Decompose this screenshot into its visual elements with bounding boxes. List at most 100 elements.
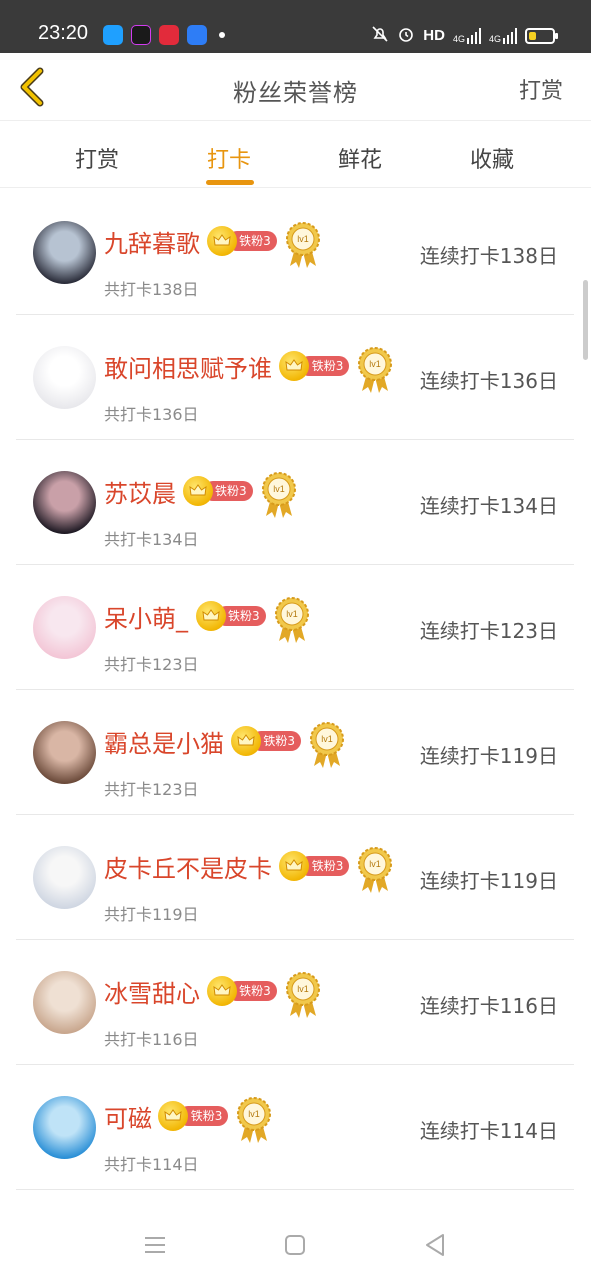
- fan-level-badge: 铁粉3: [195, 601, 268, 631]
- crown-icon: [195, 601, 226, 631]
- total-checkin-text: 共打卡116日: [104, 1030, 199, 1049]
- medal-level-label: lv1: [249, 1109, 261, 1119]
- medal-level-label: lv1: [321, 734, 333, 744]
- streak-checkin-text: 连续打卡119日: [419, 744, 558, 768]
- hd-label: HD: [423, 27, 445, 44]
- status-time: 23:20: [38, 22, 89, 44]
- list-item[interactable]: 敢问相思赋予谁 铁粉3 lv1 共打卡136日 连续打卡136日: [16, 315, 574, 440]
- crown-icon: [158, 1101, 189, 1131]
- video-app-icon: [131, 25, 151, 45]
- list-item[interactable]: 霸总是小猫 铁粉3 lv1 共打卡123日 连续打卡119日: [16, 690, 574, 815]
- total-checkin-text: 共打卡119日: [104, 905, 199, 924]
- streak-checkin-text: 连续打卡134日: [419, 494, 558, 518]
- fan-level-badge: 铁粉3: [279, 351, 351, 381]
- avatar[interactable]: [33, 471, 96, 534]
- status-indicators: HD 4G 4G: [371, 25, 558, 46]
- medal-icon: lv1: [357, 847, 393, 895]
- status-app-icons: [103, 25, 225, 45]
- total-checkin-text: 共打卡114日: [104, 1155, 199, 1174]
- crown-icon: [206, 976, 237, 1006]
- user-name[interactable]: 九辞暮歌: [104, 224, 200, 259]
- crown-icon: [206, 226, 237, 256]
- user-name[interactable]: 可磁: [104, 1099, 152, 1134]
- streak-checkin-text: 连续打卡138日: [419, 244, 558, 268]
- fan-level-badge: 铁粉3: [182, 476, 255, 506]
- list-item[interactable]: 苏苡晨 铁粉3 lv1 共打卡134日 连续打卡134日: [16, 440, 574, 565]
- avatar[interactable]: [33, 846, 96, 909]
- crown-icon: [182, 476, 213, 506]
- page-title: 粉丝荣誉榜: [233, 79, 358, 107]
- home-square-icon[interactable]: [277, 1227, 313, 1263]
- avatar[interactable]: [33, 721, 96, 784]
- reward-button[interactable]: 打赏: [519, 73, 563, 105]
- tab-reward[interactable]: 打赏: [75, 142, 119, 174]
- nav-bar: 粉丝荣誉榜 打赏: [0, 53, 591, 121]
- red-book-icon: [159, 25, 179, 45]
- user-name[interactable]: 霸总是小猫: [104, 724, 224, 759]
- medal-level-label: lv1: [273, 484, 285, 494]
- avatar[interactable]: [33, 1096, 96, 1159]
- crown-icon: [279, 851, 310, 881]
- medal-icon: lv1: [285, 222, 321, 270]
- user-name[interactable]: 呆小萌_: [104, 599, 188, 634]
- list-item[interactable]: 九辞暮歌 铁粉3 lv1 共打卡138日 连续打卡138日: [16, 190, 574, 315]
- alarm-icon: [397, 25, 415, 46]
- tab-checkin[interactable]: 打卡: [207, 142, 251, 174]
- system-nav-bar: [0, 1205, 591, 1280]
- battery-fill: [529, 31, 536, 40]
- layers-app-icon: [187, 25, 207, 45]
- avatar[interactable]: [33, 596, 96, 659]
- battery-icon: [525, 27, 558, 44]
- user-name[interactable]: 敢问相思赋予谁: [104, 349, 272, 384]
- crown-icon: [279, 351, 310, 381]
- medal-level-label: lv1: [297, 234, 309, 244]
- total-checkin-text: 共打卡123日: [104, 780, 199, 799]
- list-item[interactable]: 皮卡丘不是皮卡 铁粉3 lv1 共打卡119日 连续打卡119日: [16, 815, 574, 940]
- streak-checkin-text: 连续打卡119日: [419, 869, 558, 893]
- total-checkin-text: 共打卡136日: [104, 405, 199, 424]
- signal-2: 4G: [489, 27, 517, 44]
- menu-icon[interactable]: [137, 1227, 173, 1263]
- user-name[interactable]: 苏苡晨: [104, 474, 176, 509]
- user-name[interactable]: 冰雪甜心: [104, 974, 200, 1009]
- medal-icon: lv1: [261, 472, 297, 520]
- tab-flowers[interactable]: 鲜花: [338, 142, 382, 174]
- qq-icon: [103, 25, 123, 45]
- total-checkin-text: 共打卡123日: [104, 655, 199, 674]
- avatar[interactable]: [33, 346, 96, 409]
- medal-icon: lv1: [357, 347, 393, 395]
- medal-level-label: lv1: [370, 859, 382, 869]
- total-checkin-text: 共打卡138日: [104, 280, 199, 299]
- medal-icon: lv1: [285, 972, 321, 1020]
- mute-icon: [371, 25, 389, 46]
- total-checkin-text: 共打卡134日: [104, 530, 199, 549]
- tab-collect[interactable]: 收藏: [470, 142, 514, 174]
- scrollbar[interactable]: [583, 280, 588, 360]
- fan-level-badge: 铁粉3: [158, 1101, 230, 1131]
- medal-icon: lv1: [309, 722, 345, 770]
- ranking-list: 九辞暮歌 铁粉3 lv1 共打卡138日 连续打卡138日 敢问相思赋予谁 铁粉3 lv…: [16, 190, 574, 1190]
- fan-level-badge: 铁粉3: [231, 726, 303, 756]
- avatar[interactable]: [33, 221, 96, 284]
- list-item[interactable]: 呆小萌_ 铁粉3 lv1 共打卡123日 连续打卡123日: [16, 565, 574, 690]
- crown-icon: [231, 726, 261, 756]
- fan-level-badge: 铁粉3: [279, 851, 351, 881]
- streak-checkin-text: 连续打卡116日: [419, 994, 558, 1018]
- tab-active-indicator: [206, 180, 254, 185]
- status-bar: 23:20 HD 4G 4G: [0, 0, 591, 53]
- fan-level-badge: 铁粉3: [206, 226, 279, 256]
- medal-level-label: lv1: [370, 359, 382, 369]
- notification-dot-icon: [219, 32, 225, 38]
- list-item[interactable]: 可磁 铁粉3 lv1 共打卡114日 连续打卡114日: [16, 1065, 574, 1190]
- medal-icon: lv1: [236, 1097, 272, 1145]
- list-item[interactable]: 冰雪甜心 铁粉3 lv1 共打卡116日 连续打卡116日: [16, 940, 574, 1065]
- streak-checkin-text: 连续打卡123日: [419, 619, 558, 643]
- medal-level-label: lv1: [297, 984, 309, 994]
- avatar[interactable]: [33, 971, 96, 1034]
- medal-level-label: lv1: [286, 609, 298, 619]
- user-name[interactable]: 皮卡丘不是皮卡: [104, 849, 272, 884]
- fan-level-badge: 铁粉3: [206, 976, 279, 1006]
- streak-checkin-text: 连续打卡114日: [419, 1119, 558, 1143]
- medal-icon: lv1: [274, 597, 310, 645]
- back-triangle-icon[interactable]: [417, 1227, 453, 1263]
